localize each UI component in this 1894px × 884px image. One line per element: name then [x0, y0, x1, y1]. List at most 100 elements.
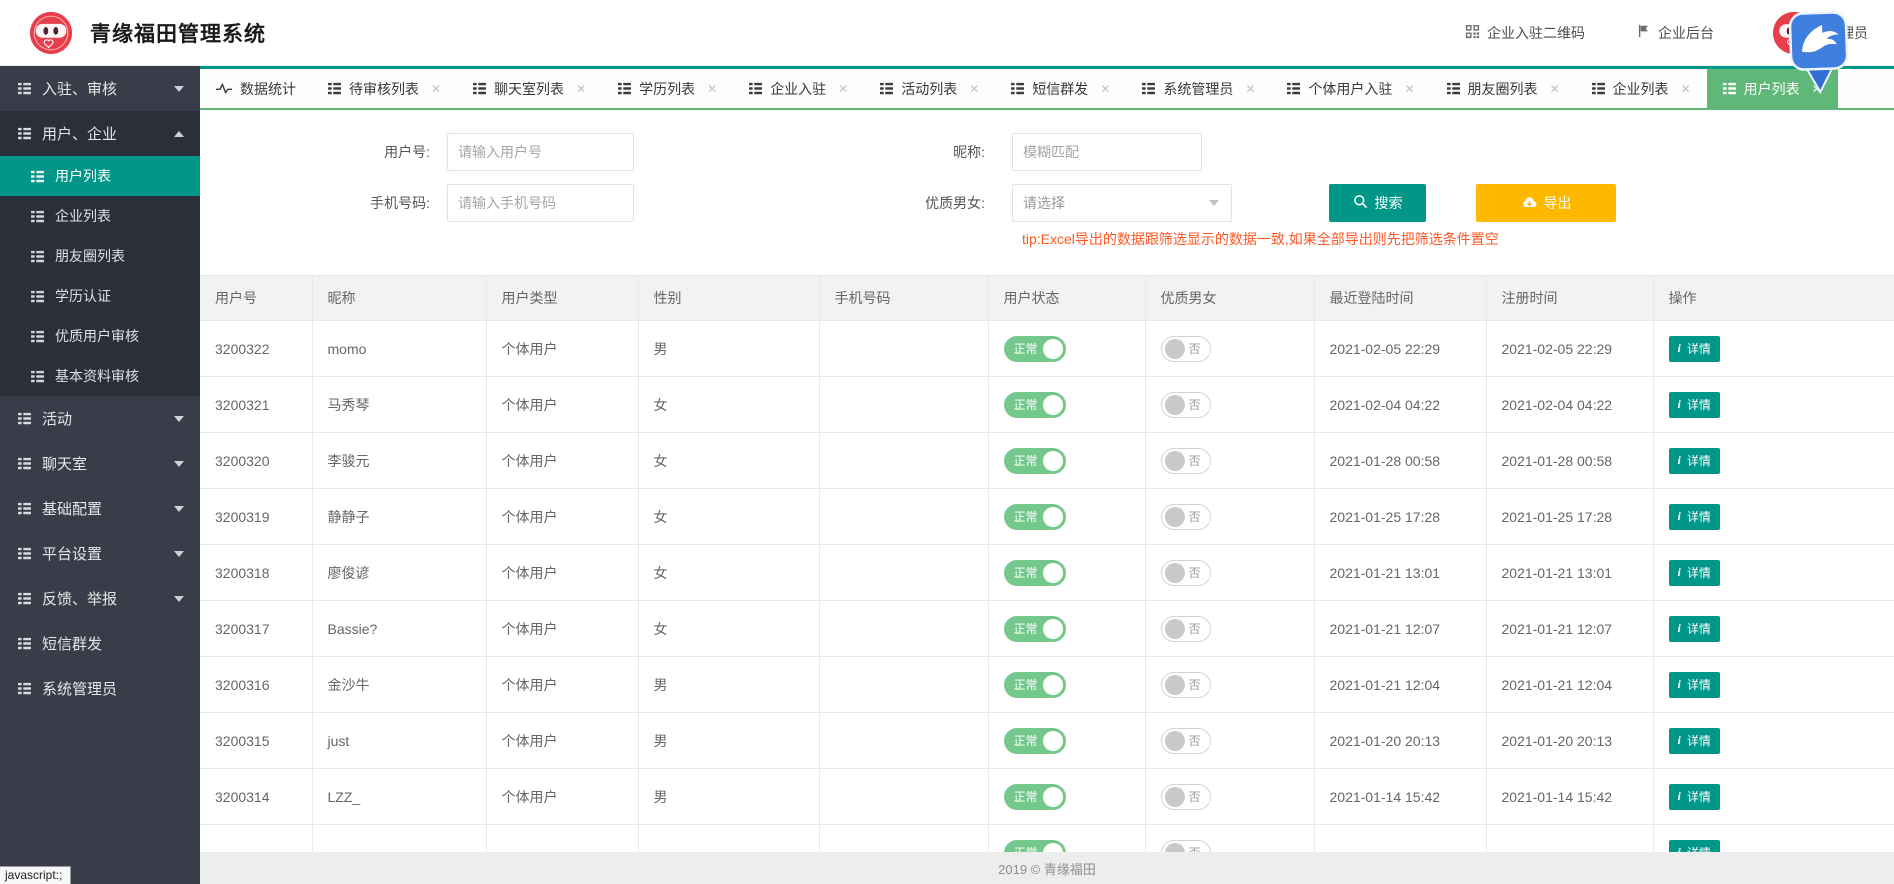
detail-button[interactable]: i详情 [1669, 616, 1720, 642]
floating-bird-icon[interactable] [1787, 9, 1852, 97]
close-icon[interactable]: ✕ [1100, 82, 1110, 96]
close-icon[interactable]: ✕ [1245, 82, 1255, 96]
sidebar-subitem-5[interactable]: 基本资料审核 [0, 356, 200, 396]
status-toggle-on[interactable]: 正常 [1004, 784, 1066, 810]
premium-toggle-off[interactable]: 否 [1161, 840, 1211, 853]
users-table-wrap: 用户号昵称用户类型性别手机号码用户状态优质男女最近登陆时间注册时间操作 3200… [200, 275, 1894, 852]
export-button[interactable]: 导出 [1476, 184, 1616, 222]
sidebar-item-8[interactable]: 系统管理员 [0, 666, 200, 711]
footer-text: 2019 © 青缘福田 [998, 859, 1096, 878]
detail-button[interactable]: i详情 [1669, 728, 1720, 754]
close-icon[interactable]: ✕ [576, 82, 586, 96]
status-toggle-on[interactable]: 正常 [1004, 448, 1066, 474]
detail-button[interactable]: i详情 [1669, 560, 1720, 586]
detail-button[interactable]: i详情 [1669, 504, 1720, 530]
premium-toggle-off[interactable]: 否 [1161, 392, 1211, 418]
detail-button[interactable]: i详情 [1669, 784, 1720, 810]
list-icon [18, 412, 31, 425]
phone-label: 手机号码: [310, 184, 430, 222]
sidebar-subitem-3[interactable]: 学历认证 [0, 276, 200, 316]
tab-5[interactable]: 活动列表✕ [864, 69, 995, 108]
detail-button[interactable]: i详情 [1669, 672, 1720, 698]
detail-button[interactable]: i详情 [1669, 840, 1720, 853]
sidebar-item-4[interactable]: 基础配置 [0, 486, 200, 531]
premium-toggle-off[interactable]: 否 [1161, 728, 1211, 754]
cell-actions: i详情 [1653, 713, 1894, 769]
sidebar-subitem-2[interactable]: 朋友圈列表 [0, 236, 200, 276]
close-icon[interactable]: ✕ [969, 82, 979, 96]
sidebar-item-6[interactable]: 反馈、举报 [0, 576, 200, 621]
tab-1[interactable]: 待审核列表✕ [312, 69, 457, 108]
sidebar-item-label: 平台设置 [42, 543, 102, 564]
toggle-knob [1165, 787, 1185, 807]
enterprise-backend-link[interactable]: 企业后台 [1637, 23, 1714, 43]
status-toggle-on[interactable]: 正常 [1004, 672, 1066, 698]
premium-toggle-off[interactable]: 否 [1161, 672, 1211, 698]
sidebar-subitem-4[interactable]: 优质用户审核 [0, 316, 200, 356]
premium-toggle-off[interactable]: 否 [1161, 504, 1211, 530]
column-header-7: 最近登陆时间 [1314, 276, 1486, 321]
tab-9[interactable]: 朋友圈列表✕ [1431, 69, 1576, 108]
sidebar-item-label: 活动 [42, 408, 72, 429]
nickname-label: 昵称: [865, 133, 985, 171]
premium-toggle-off[interactable]: 否 [1161, 448, 1211, 474]
close-icon[interactable]: ✕ [1681, 82, 1691, 96]
cell-phone [819, 825, 988, 853]
close-icon[interactable]: ✕ [431, 82, 441, 96]
close-icon[interactable]: ✕ [707, 82, 717, 96]
close-icon[interactable]: ✕ [1550, 82, 1560, 96]
tab-6[interactable]: 短信群发✕ [995, 69, 1126, 108]
detail-button[interactable]: i详情 [1669, 336, 1720, 362]
sidebar-item-0[interactable]: 入驻、审核 [0, 66, 200, 111]
sidebar-subitem-0[interactable]: 用户列表 [0, 156, 200, 196]
close-icon[interactable]: ✕ [1404, 82, 1414, 96]
detail-button[interactable]: i详情 [1669, 448, 1720, 474]
tab-8[interactable]: 个体用户入驻✕ [1271, 69, 1430, 108]
detail-button[interactable]: i详情 [1669, 392, 1720, 418]
cell-nickname: 静静子 [312, 489, 486, 545]
list-icon [18, 82, 31, 95]
premium-toggle-off[interactable]: 否 [1161, 560, 1211, 586]
premium-toggle-off[interactable]: 否 [1161, 336, 1211, 362]
tab-10[interactable]: 企业列表✕ [1576, 69, 1707, 108]
status-toggle-on[interactable]: 正常 [1004, 336, 1066, 362]
list-icon [18, 547, 31, 560]
status-toggle-on[interactable]: 正常 [1004, 392, 1066, 418]
page-footer: 2019 © 青缘福田 [200, 852, 1894, 884]
cell-gender: 男 [638, 769, 819, 825]
status-toggle-on[interactable]: 正常 [1004, 616, 1066, 642]
phone-input[interactable] [447, 184, 634, 222]
search-button[interactable]: 搜索 [1329, 184, 1426, 222]
sidebar-item-1[interactable]: 用户、企业 [0, 111, 200, 156]
status-toggle-on[interactable]: 正常 [1004, 560, 1066, 586]
tab-2[interactable]: 聊天室列表✕ [457, 69, 602, 108]
list-icon [618, 82, 631, 95]
detail-button-label: 详情 [1687, 452, 1711, 469]
qr-code-link[interactable]: 企业入驻二维码 [1465, 23, 1585, 43]
premium-toggle-off[interactable]: 否 [1161, 784, 1211, 810]
status-toggle-on[interactable]: 正常 [1004, 728, 1066, 754]
table-row: 3200316金沙牛个体用户男正常否2021-01-21 12:042021-0… [200, 657, 1894, 713]
close-icon[interactable]: ✕ [838, 82, 848, 96]
status-toggle-on[interactable]: 正常 [1004, 504, 1066, 530]
sidebar-item-3[interactable]: 聊天室 [0, 441, 200, 486]
main-content: 用户号: 昵称: 手机号码: 优质男女: 请选择 搜索 导出 tip:Excel… [200, 110, 1894, 884]
sidebar-subitem-1[interactable]: 企业列表 [0, 196, 200, 236]
premium-select[interactable]: 请选择 [1012, 184, 1232, 222]
sidebar-item-7[interactable]: 短信群发 [0, 621, 200, 666]
tab-3[interactable]: 学历列表✕ [602, 69, 733, 108]
tab-0[interactable]: 数据统计 [200, 69, 312, 108]
tab-4[interactable]: 企业入驻✕ [733, 69, 864, 108]
premium-toggle-off[interactable]: 否 [1161, 616, 1211, 642]
sidebar-item-2[interactable]: 活动 [0, 396, 200, 441]
sidebar-subitem-label: 企业列表 [55, 206, 111, 226]
sidebar-item-5[interactable]: 平台设置 [0, 531, 200, 576]
user-no-input[interactable] [447, 133, 634, 171]
sidebar-item-label: 系统管理员 [42, 678, 117, 699]
tab-7[interactable]: 系统管理员✕ [1126, 69, 1271, 108]
status-toggle-on[interactable]: 正常 [1004, 840, 1066, 853]
app-title: 青缘福田管理系统 [90, 18, 266, 48]
nickname-input[interactable] [1012, 133, 1202, 171]
tab-label: 数据统计 [240, 79, 296, 99]
list-icon [31, 370, 44, 383]
